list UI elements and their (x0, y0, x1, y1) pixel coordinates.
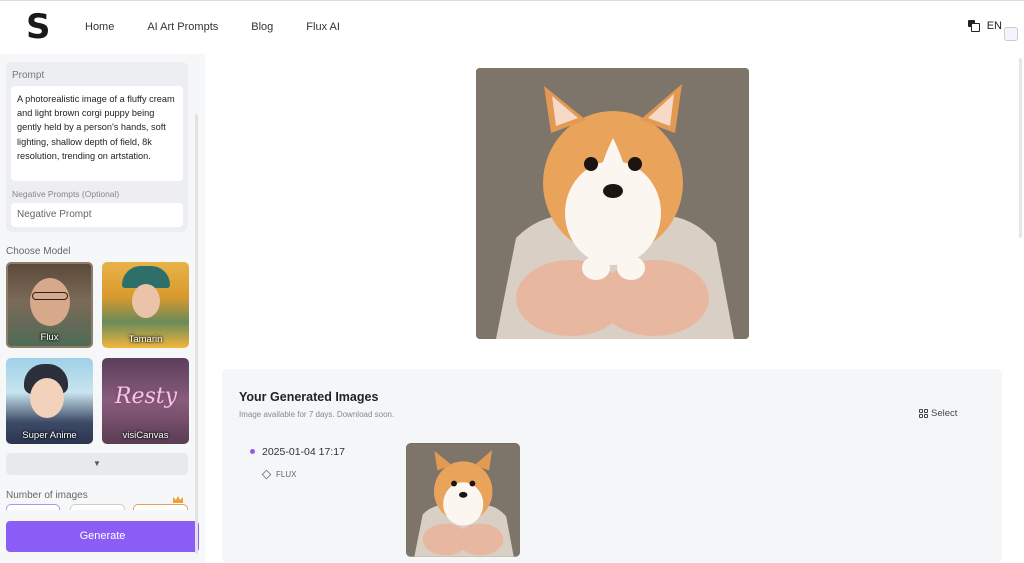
model-label: Flux (40, 332, 59, 343)
generate-button[interactable]: Generate (6, 521, 199, 552)
language-switcher[interactable]: EN (967, 20, 1002, 32)
number-of-images-label: Number of images (6, 490, 88, 501)
grid-icon (919, 409, 928, 418)
prompt-input[interactable]: A photorealistic image of a fluffy cream… (11, 86, 183, 181)
model-label: Tamarin (128, 334, 163, 345)
generated-images-panel: Your Generated Images Image available fo… (222, 369, 1002, 563)
crown-icon (173, 496, 183, 503)
main-nav: Home AI Art Prompts Blog Flux AI (85, 21, 373, 33)
generator-sidebar: Prompt A photorealistic image of a fluff… (0, 54, 205, 563)
language-label: EN (986, 20, 1002, 32)
image-count-option[interactable] (133, 504, 188, 510)
generated-images-subtitle: Image available for 7 days. Download soo… (239, 410, 395, 419)
model-label: visiCanvas (122, 430, 169, 441)
translate-icon (967, 20, 980, 32)
corgi-puppy-thumbnail (406, 443, 520, 557)
generated-image-thumbnail[interactable] (406, 443, 520, 557)
prompt-label: Prompt (12, 70, 45, 81)
model-cube-icon (261, 469, 272, 480)
negative-prompt-label: Negative Prompts (Optional) (12, 189, 120, 199)
model-card-tamarin[interactable]: Tamarin (102, 262, 189, 348)
prompt-panel: Prompt A photorealistic image of a fluff… (6, 62, 188, 232)
model-card-visicanvas[interactable]: Resty visiCanvas (102, 358, 189, 444)
glasses-icon (32, 292, 68, 300)
model-card-flux[interactable]: Flux (6, 262, 93, 348)
page-scrollbar[interactable] (1019, 58, 1022, 238)
avatar (132, 284, 160, 318)
nav-ai-art-prompts[interactable]: AI Art Prompts (147, 21, 218, 33)
model-card-super-anime[interactable]: Super Anime (6, 358, 93, 444)
generated-image-preview[interactable] (476, 68, 749, 339)
avatar (30, 378, 64, 418)
artwork-text: Resty (114, 384, 178, 409)
generation-date: 2025-01-04 17:17 (262, 446, 345, 458)
choose-model-label: Choose Model (6, 246, 71, 257)
floating-widget-icon[interactable] (1004, 27, 1018, 41)
model-label: Super Anime (22, 430, 77, 441)
timeline-dot (250, 449, 255, 454)
expand-models-button[interactable]: ▼ (6, 453, 188, 475)
image-count-option[interactable] (70, 504, 125, 510)
negative-prompt-input[interactable]: Negative Prompt (11, 203, 183, 227)
image-count-option[interactable] (6, 504, 60, 510)
generated-images-title: Your Generated Images (239, 390, 379, 404)
site-logo[interactable]: S (26, 10, 51, 44)
select-button[interactable]: Select (919, 408, 957, 419)
top-nav-bar: S Home AI Art Prompts Blog Flux AI EN (0, 0, 1024, 54)
nav-blog[interactable]: Blog (251, 21, 273, 33)
chevron-down-icon: ▼ (93, 459, 101, 468)
nav-home[interactable]: Home (85, 21, 114, 33)
select-label: Select (931, 408, 958, 419)
sidebar-scrollbar[interactable] (195, 114, 198, 554)
generation-model: FLUX (276, 470, 297, 479)
nav-flux-ai[interactable]: Flux AI (306, 21, 340, 33)
corgi-puppy-image (476, 68, 749, 339)
avatar (30, 278, 70, 326)
